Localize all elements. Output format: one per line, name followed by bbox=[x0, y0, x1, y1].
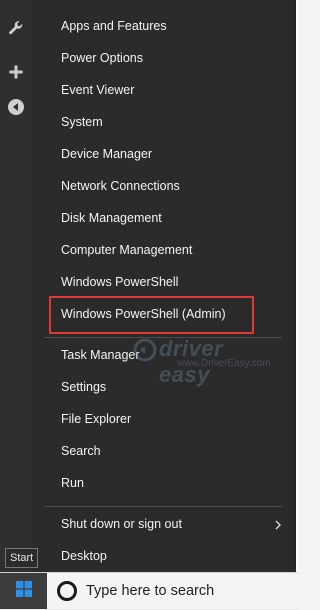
watermark-logo: driver easy www.DriverEasy.com bbox=[132, 334, 272, 387]
menu-item-device-manager[interactable]: Device Manager bbox=[32, 138, 295, 170]
watermark-url: www.DriverEasy.com bbox=[177, 358, 271, 369]
menu-item-power-options[interactable]: Power Options bbox=[32, 42, 295, 74]
menu-item-windows-powershell[interactable]: Windows PowerShell bbox=[32, 266, 295, 298]
menu-item-file-explorer[interactable]: File Explorer bbox=[32, 403, 295, 435]
menu-item-computer-management[interactable]: Computer Management bbox=[32, 234, 295, 266]
highlight-annotation bbox=[49, 296, 254, 334]
menu-item-network-connections[interactable]: Network Connections bbox=[32, 170, 295, 202]
menu-item-disk-management[interactable]: Disk Management bbox=[32, 202, 295, 234]
start-tooltip: Start bbox=[5, 548, 39, 568]
screen: Apps and Features Power Options Event Vi… bbox=[0, 0, 298, 610]
wrench-icon[interactable] bbox=[7, 19, 25, 37]
menu-item-search[interactable]: Search bbox=[32, 435, 295, 467]
start-button[interactable] bbox=[0, 573, 47, 609]
windows-logo-icon bbox=[15, 580, 32, 602]
taskbar-search-box[interactable]: Type here to search bbox=[47, 573, 298, 609]
cortana-circle-icon bbox=[57, 581, 77, 601]
menu-item-event-viewer[interactable]: Event Viewer bbox=[32, 74, 295, 106]
back-arrow-icon[interactable] bbox=[7, 98, 25, 116]
menu-item-label: Shut down or sign out bbox=[61, 517, 182, 531]
search-placeholder: Type here to search bbox=[86, 583, 215, 599]
menu-divider bbox=[44, 506, 282, 507]
chevron-right-icon bbox=[273, 519, 283, 530]
plus-icon[interactable] bbox=[7, 63, 25, 81]
menu-item-system[interactable]: System bbox=[32, 106, 295, 138]
menu-item-desktop[interactable]: Desktop bbox=[32, 540, 295, 572]
winx-context-menu: Apps and Features Power Options Event Vi… bbox=[32, 0, 296, 572]
side-strip bbox=[0, 0, 32, 609]
menu-item-apps-and-features[interactable]: Apps and Features bbox=[32, 10, 295, 42]
menu-item-run[interactable]: Run bbox=[32, 467, 295, 499]
menu-item-shut-down-or-sign-out[interactable]: Shut down or sign out bbox=[32, 508, 295, 540]
